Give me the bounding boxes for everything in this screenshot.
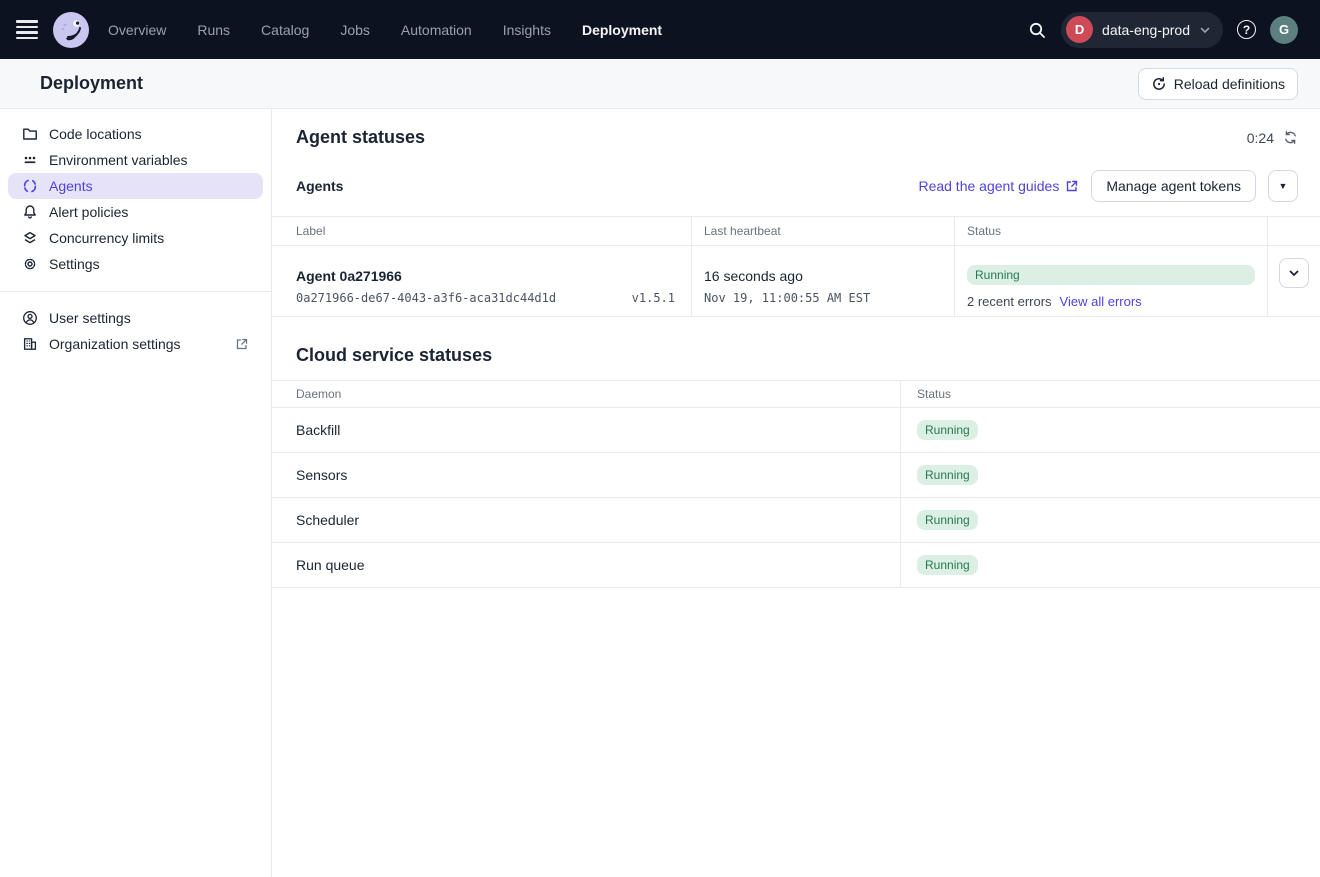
caret-down-icon: ▼ (1279, 181, 1288, 191)
daemon-name: Scheduler (272, 498, 901, 542)
building-icon (22, 336, 38, 352)
external-link-icon (235, 337, 249, 351)
gear-icon (22, 256, 38, 272)
page-title: Deployment (40, 73, 143, 94)
agents-table-header: Label Last heartbeat Status (272, 216, 1320, 246)
sidebar-divider (0, 291, 271, 292)
refresh-icon[interactable] (1283, 130, 1298, 145)
dagster-logo-icon[interactable] (52, 11, 90, 49)
deployment-switcher[interactable]: D data-eng-prod (1061, 12, 1223, 48)
agent-actions-dropdown[interactable]: ▼ (1268, 170, 1298, 202)
bell-icon (22, 204, 38, 220)
help-icon[interactable]: ? (1237, 20, 1256, 39)
agent-guides-link[interactable]: Read the agent guides (918, 178, 1079, 194)
user-avatar[interactable]: G (1270, 16, 1298, 44)
folder-icon (22, 126, 38, 142)
deployment-name: data-eng-prod (1102, 22, 1190, 38)
sidebar-item-settings[interactable]: Settings (8, 251, 263, 277)
agent-version: v1.5.1 (632, 291, 675, 305)
nav-catalog[interactable]: Catalog (261, 22, 309, 38)
status-badge: Running (917, 420, 978, 440)
heartbeat-relative: 16 seconds ago (704, 268, 942, 284)
agents-section-label: Agents (296, 178, 343, 194)
agent-id: 0a271966-de67-4043-a3f6-aca31dc44d1d (296, 291, 556, 305)
agent-icon (22, 178, 38, 194)
col-label: Label (272, 217, 692, 245)
agent-name: Agent 0a271966 (296, 268, 675, 284)
sidebar-item-concurrency-limits[interactable]: Concurrency limits (8, 225, 263, 251)
sidebar-item-agents[interactable]: Agents (8, 173, 263, 199)
nav-insights[interactable]: Insights (503, 22, 551, 38)
status-badge: Running (917, 555, 978, 575)
daemon-row-run-queue: Run queue Running (272, 543, 1320, 588)
expand-agent-row-button[interactable] (1279, 258, 1309, 288)
reload-definitions-button[interactable]: Reload definitions (1138, 68, 1298, 100)
status-badge: Running (967, 265, 1255, 285)
daemon-row-backfill: Backfill Running (272, 408, 1320, 453)
layers-icon (22, 230, 38, 246)
col-status: Status (901, 387, 1320, 401)
refresh-countdown: 0:24 (1247, 130, 1274, 146)
deployment-badge: D (1066, 16, 1093, 43)
status-badge: Running (917, 465, 978, 485)
page-header: Deployment Reload definitions (0, 59, 1320, 109)
user-icon (22, 310, 38, 326)
cloud-table-header: Daemon Status (272, 380, 1320, 408)
sidebar-item-alert-policies[interactable]: Alert policies (8, 199, 263, 225)
external-link-icon (1065, 179, 1079, 193)
col-last-heartbeat: Last heartbeat (692, 217, 955, 245)
chevron-down-icon (1288, 267, 1300, 279)
main-content: Agent statuses 0:24 Agents Read the agen… (272, 109, 1320, 877)
variables-icon (22, 152, 38, 168)
sidebar-item-organization-settings[interactable]: Organization settings (8, 331, 263, 357)
daemon-name: Sensors (272, 453, 901, 497)
agent-row: Agent 0a271966 0a271966-de67-4043-a3f6-a… (272, 246, 1320, 317)
agents-table: Label Last heartbeat Status Agent 0a2719… (272, 216, 1320, 317)
col-daemon: Daemon (272, 381, 901, 407)
view-all-errors-link[interactable]: View all errors (1060, 294, 1142, 309)
cloud-services-table: Daemon Status Backfill Running Sensors R… (272, 380, 1320, 588)
chevron-down-icon (1199, 24, 1211, 36)
heartbeat-timestamp: Nov 19, 11:00:55 AM EST (704, 291, 942, 305)
nav-runs[interactable]: Runs (197, 22, 230, 38)
nav-automation[interactable]: Automation (401, 22, 472, 38)
sidebar-item-environment-variables[interactable]: Environment variables (8, 147, 263, 173)
nav-deployment[interactable]: Deployment (582, 22, 662, 38)
nav-overview[interactable]: Overview (108, 22, 166, 38)
sidebar-item-user-settings[interactable]: User settings (8, 305, 263, 331)
daemon-name: Run queue (272, 543, 901, 587)
daemon-row-scheduler: Scheduler Running (272, 498, 1320, 543)
nav-jobs[interactable]: Jobs (340, 22, 370, 38)
search-icon[interactable] (1027, 20, 1047, 40)
col-status: Status (955, 217, 1268, 245)
manage-agent-tokens-button[interactable]: Manage agent tokens (1091, 170, 1256, 202)
recent-errors-count: 2 recent errors (967, 294, 1052, 309)
daemon-row-sensors: Sensors Running (272, 453, 1320, 498)
topnav-right: D data-eng-prod ? G (1027, 12, 1298, 48)
status-badge: Running (917, 510, 978, 530)
cloud-service-statuses-title: Cloud service statuses (296, 345, 1298, 366)
deployment-sidebar: Code locations Environment variables Age… (0, 109, 272, 877)
refresh-timer: 0:24 (1247, 130, 1298, 146)
menu-icon[interactable] (16, 16, 44, 44)
top-nav: Overview Runs Catalog Jobs Automation In… (0, 0, 1320, 59)
sidebar-item-code-locations[interactable]: Code locations (8, 121, 263, 147)
daemon-name: Backfill (272, 408, 901, 452)
primary-nav: Overview Runs Catalog Jobs Automation In… (108, 22, 662, 38)
agent-statuses-title: Agent statuses (296, 127, 425, 148)
reload-icon (1151, 76, 1167, 92)
